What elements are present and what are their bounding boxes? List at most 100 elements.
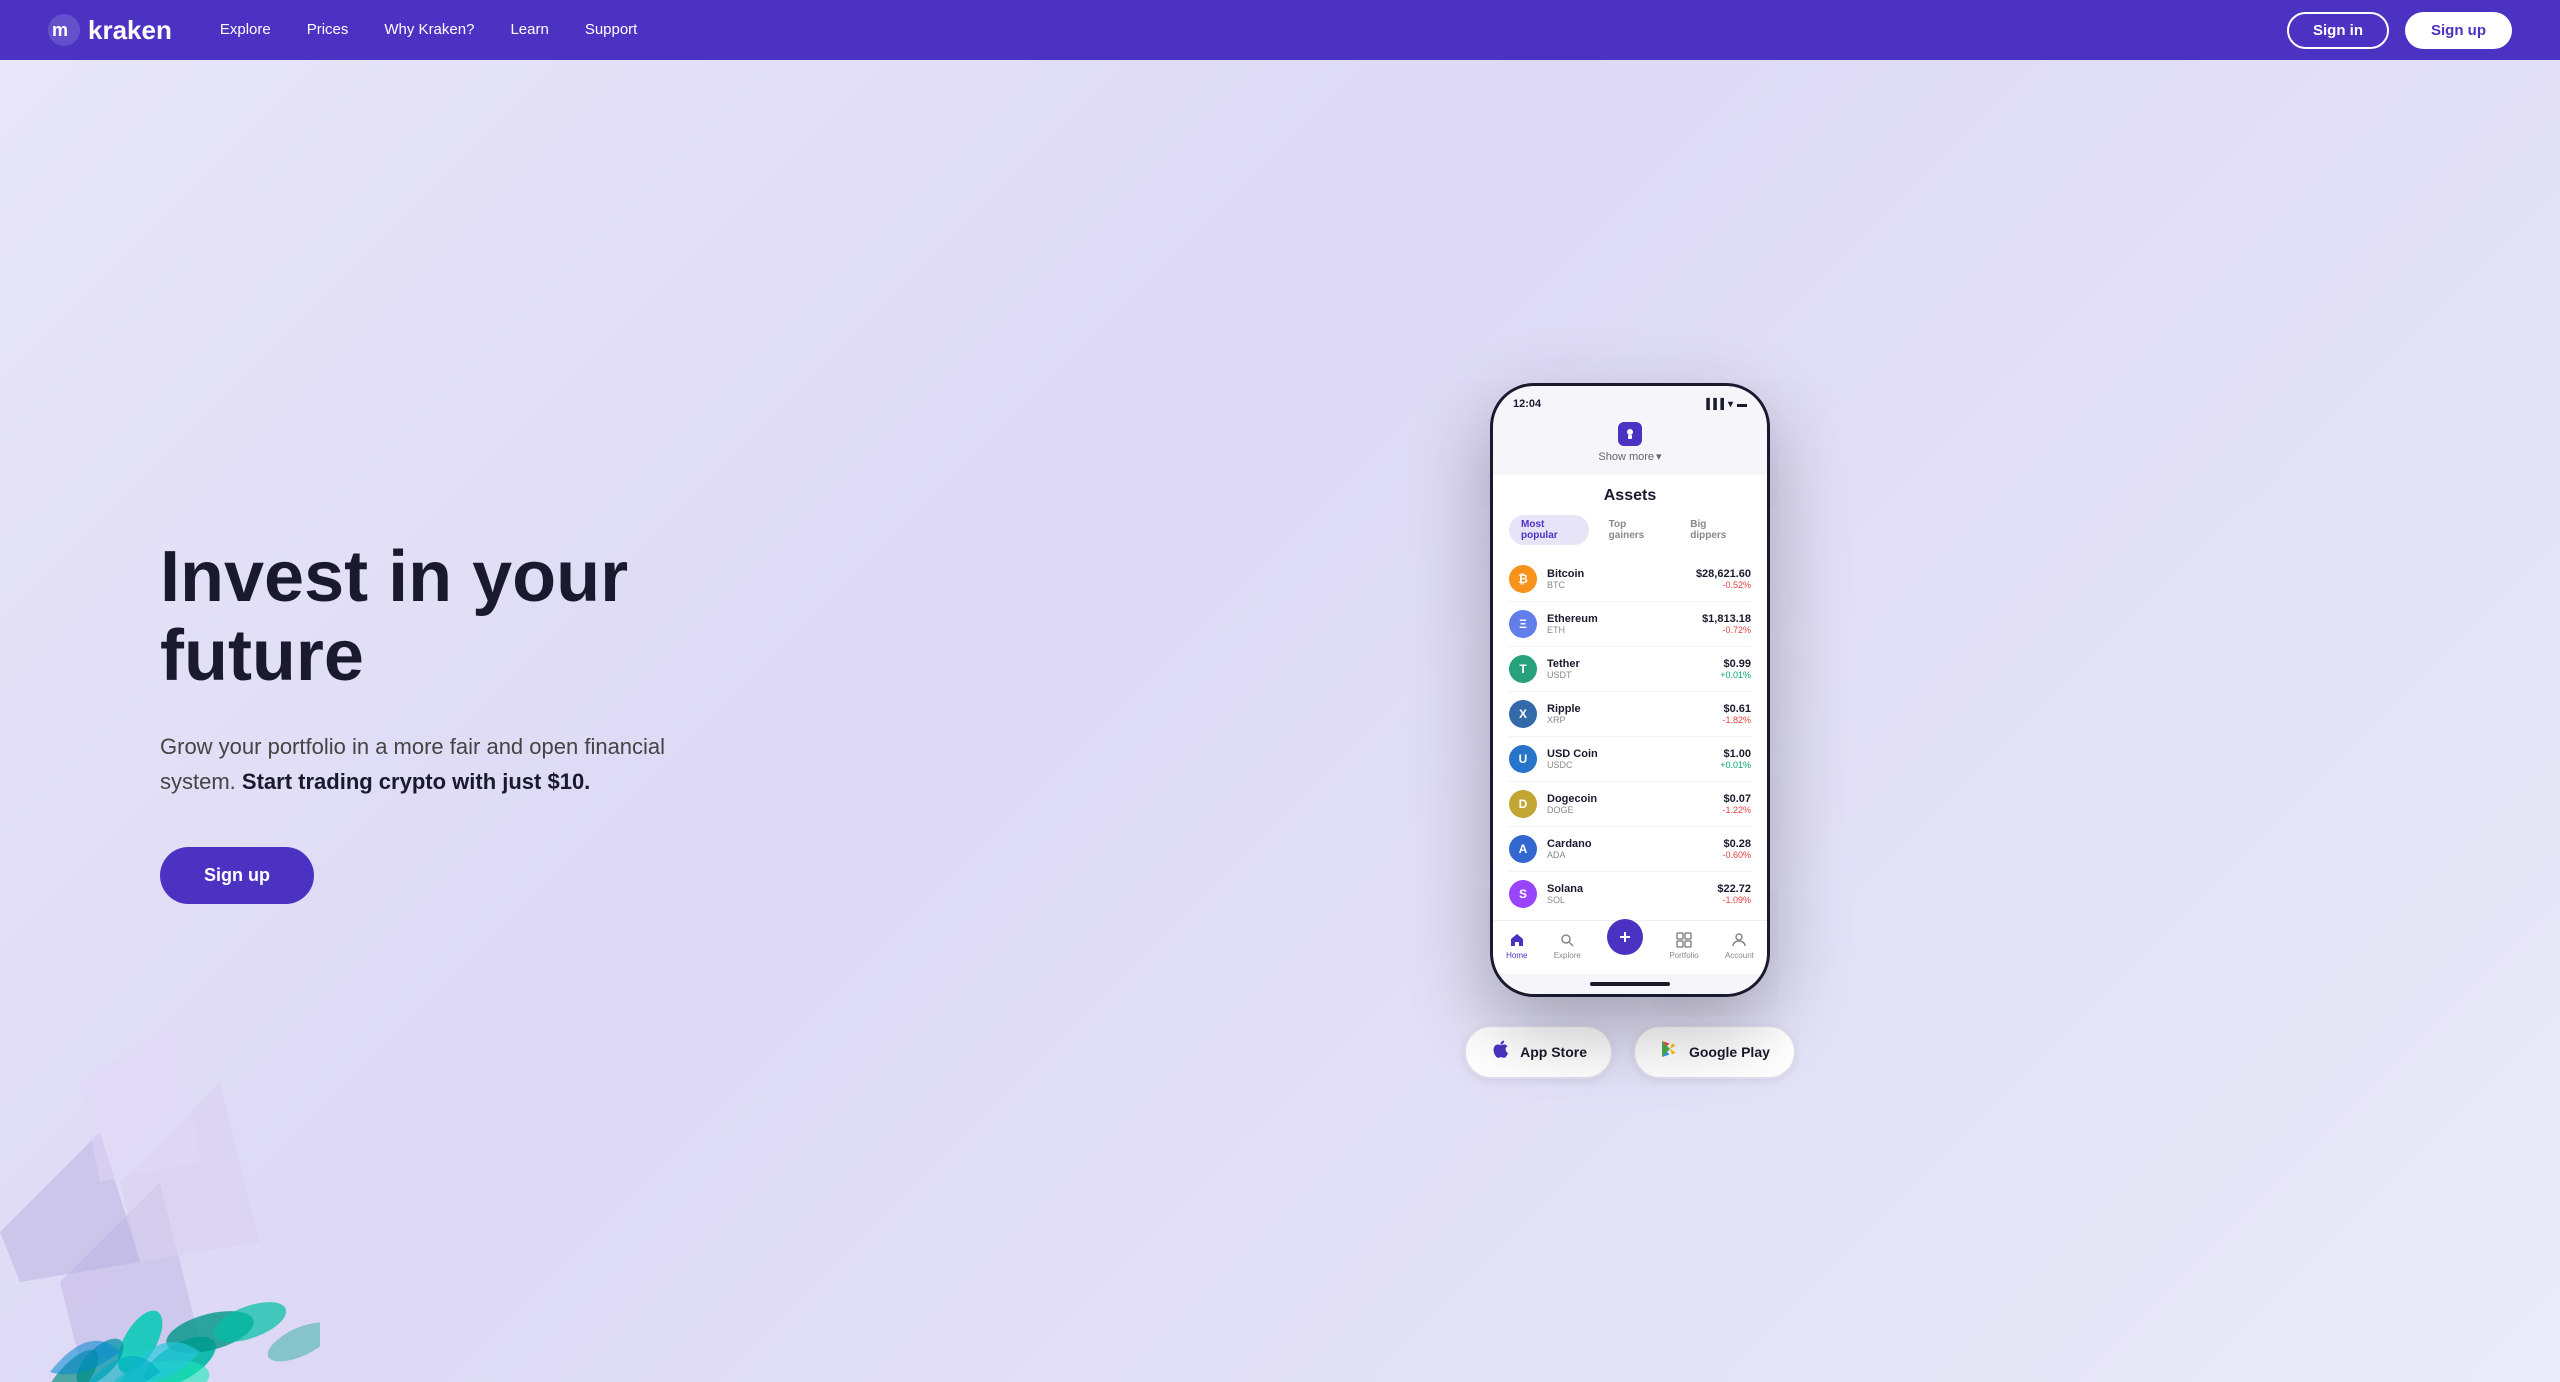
crypto-item-doge[interactable]: D Dogecoin DOGE $0.07 -1.22% bbox=[1509, 782, 1751, 827]
crypto-item-ada[interactable]: A Cardano ADA $0.28 -0.60% bbox=[1509, 827, 1751, 872]
portfolio-icon bbox=[1675, 931, 1693, 949]
google-play-label: Google Play bbox=[1689, 1044, 1770, 1060]
crypto-icon-usdt: T bbox=[1509, 655, 1537, 683]
crypto-price: $1.00 +0.01% bbox=[1720, 748, 1751, 770]
crypto-symbol: USDC bbox=[1547, 760, 1720, 770]
phone-nav-explore[interactable]: Explore bbox=[1554, 931, 1581, 960]
crypto-symbol: ADA bbox=[1547, 850, 1722, 860]
hero-phone-section: 12:04 ▐▐▐ ▾ ▬ bbox=[700, 363, 2560, 1079]
phone-screen: 12:04 ▐▐▐ ▾ ▬ bbox=[1493, 386, 1767, 994]
price-change: -0.72% bbox=[1702, 625, 1751, 635]
signup-hero-button[interactable]: Sign up bbox=[160, 847, 314, 904]
price-change: +0.01% bbox=[1720, 670, 1751, 680]
price-change: -0.52% bbox=[1696, 580, 1751, 590]
crypto-icon-doge: D bbox=[1509, 790, 1537, 818]
signin-button[interactable]: Sign in bbox=[2287, 12, 2389, 49]
crypto-icon-btc: ₿ bbox=[1509, 565, 1537, 593]
signup-nav-button[interactable]: Sign up bbox=[2405, 12, 2512, 49]
assets-title: Assets bbox=[1509, 487, 1751, 505]
google-play-button[interactable]: Google Play bbox=[1633, 1025, 1796, 1079]
crypto-name: Dogecoin bbox=[1547, 793, 1722, 805]
crypto-symbol: DOGE bbox=[1547, 805, 1722, 815]
crypto-price: $0.07 -1.22% bbox=[1722, 793, 1751, 815]
price-value: $0.99 bbox=[1720, 658, 1751, 670]
crypto-item-xrp[interactable]: X Ripple XRP $0.61 -1.82% bbox=[1509, 692, 1751, 737]
phone-time: 12:04 bbox=[1513, 398, 1541, 410]
crypto-info: Ripple XRP bbox=[1547, 703, 1722, 725]
assets-section: Assets Most popular Top gainers Big dipp… bbox=[1493, 475, 1767, 920]
crypto-price: $22.72 -1.09% bbox=[1717, 883, 1751, 905]
app-store-button[interactable]: App Store bbox=[1464, 1025, 1613, 1079]
crypto-icon-xrp: X bbox=[1509, 700, 1537, 728]
phone-mockup: 12:04 ▐▐▐ ▾ ▬ bbox=[1490, 383, 1770, 997]
crypto-item-eth[interactable]: Ξ Ethereum ETH $1,813.18 -0.72% bbox=[1509, 602, 1751, 647]
nav-why-kraken[interactable]: Why Kraken? bbox=[384, 21, 474, 38]
crypto-price: $0.61 -1.82% bbox=[1722, 703, 1751, 725]
price-change: -1.82% bbox=[1722, 715, 1751, 725]
svg-text:m: m bbox=[52, 20, 68, 40]
crypto-symbol: ETH bbox=[1547, 625, 1702, 635]
crypto-price: $1,813.18 -0.72% bbox=[1702, 613, 1751, 635]
phone-nav-bar: Home Explore bbox=[1493, 920, 1767, 974]
crypto-info: Solana SOL bbox=[1547, 883, 1717, 905]
hero-title: Invest in your future bbox=[160, 538, 700, 696]
crypto-icon-ada: A bbox=[1509, 835, 1537, 863]
nav-support[interactable]: Support bbox=[585, 21, 638, 38]
battery-icon: ▬ bbox=[1737, 399, 1747, 410]
crypto-item-sol[interactable]: S Solana SOL $22.72 -1.09% bbox=[1509, 872, 1751, 916]
nav-learn[interactable]: Learn bbox=[510, 21, 548, 38]
crypto-info: Cardano ADA bbox=[1547, 838, 1722, 860]
logo[interactable]: m kraken bbox=[48, 14, 172, 46]
price-change: -0.60% bbox=[1722, 850, 1751, 860]
hero-subtitle: Grow your portfolio in a more fair and o… bbox=[160, 729, 680, 799]
home-indicator bbox=[1493, 974, 1767, 994]
tab-big-dippers[interactable]: Big dippers bbox=[1678, 515, 1751, 545]
home-icon bbox=[1508, 931, 1526, 949]
crypto-info: Ethereum ETH bbox=[1547, 613, 1702, 635]
crypto-name: Tether bbox=[1547, 658, 1720, 670]
price-value: $0.61 bbox=[1722, 703, 1751, 715]
price-value: $1.00 bbox=[1720, 748, 1751, 760]
crypto-item-usdt[interactable]: T Tether USDT $0.99 +0.01% bbox=[1509, 647, 1751, 692]
price-change: -1.22% bbox=[1722, 805, 1751, 815]
crypto-name: Solana bbox=[1547, 883, 1717, 895]
crypto-info: Bitcoin BTC bbox=[1547, 568, 1696, 590]
crypto-item-btc[interactable]: ₿ Bitcoin BTC $28,621.60 -0.52% bbox=[1509, 557, 1751, 602]
crypto-name: USD Coin bbox=[1547, 748, 1720, 760]
price-value: $1,813.18 bbox=[1702, 613, 1751, 625]
crypto-info: Dogecoin DOGE bbox=[1547, 793, 1722, 815]
account-icon bbox=[1730, 931, 1748, 949]
crypto-item-usdc[interactable]: U USD Coin USDC $1.00 +0.01% bbox=[1509, 737, 1751, 782]
crypto-name: Bitcoin bbox=[1547, 568, 1696, 580]
crypto-symbol: SOL bbox=[1547, 895, 1717, 905]
search-icon bbox=[1558, 931, 1576, 949]
price-value: $22.72 bbox=[1717, 883, 1751, 895]
tab-top-gainers[interactable]: Top gainers bbox=[1597, 515, 1671, 545]
app-download-buttons: App Store Google Play bbox=[1464, 1025, 1796, 1079]
trade-center-icon bbox=[1607, 919, 1643, 955]
phone-nav-portfolio[interactable]: Portfolio bbox=[1669, 931, 1698, 960]
crypto-symbol: BTC bbox=[1547, 580, 1696, 590]
wifi-icon: ▾ bbox=[1728, 399, 1733, 410]
assets-tabs: Most popular Top gainers Big dippers bbox=[1509, 515, 1751, 545]
phone-nav-trade[interactable] bbox=[1607, 931, 1643, 960]
navigation: m kraken Explore Prices Why Kraken? Lear… bbox=[0, 0, 2560, 60]
google-play-icon bbox=[1659, 1039, 1679, 1065]
crypto-name: Cardano bbox=[1547, 838, 1722, 850]
hero-decoration-left bbox=[0, 882, 320, 1382]
show-more[interactable]: Show more ▾ bbox=[1598, 450, 1661, 463]
crypto-name: Ethereum bbox=[1547, 613, 1702, 625]
phone-header: Show more ▾ bbox=[1493, 414, 1767, 475]
price-value: $28,621.60 bbox=[1696, 568, 1751, 580]
phone-nav-account[interactable]: Account bbox=[1725, 931, 1754, 960]
crypto-list: ₿ Bitcoin BTC $28,621.60 -0.52% Ξ Ethere… bbox=[1509, 557, 1751, 920]
crypto-symbol: USDT bbox=[1547, 670, 1720, 680]
price-value: $0.07 bbox=[1722, 793, 1751, 805]
nav-prices[interactable]: Prices bbox=[307, 21, 349, 38]
crypto-symbol: XRP bbox=[1547, 715, 1722, 725]
phone-nav-home[interactable]: Home bbox=[1506, 931, 1527, 960]
tab-most-popular[interactable]: Most popular bbox=[1509, 515, 1589, 545]
home-bar bbox=[1590, 982, 1670, 986]
crypto-icon-eth: Ξ bbox=[1509, 610, 1537, 638]
nav-explore[interactable]: Explore bbox=[220, 21, 271, 38]
